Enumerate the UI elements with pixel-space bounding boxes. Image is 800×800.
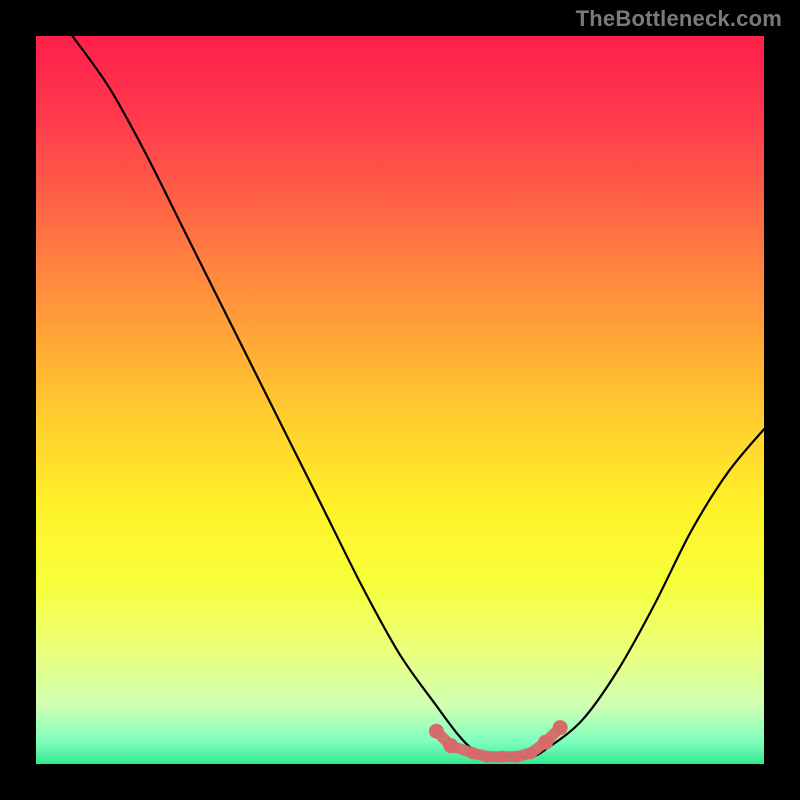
- curve-svg: [36, 36, 764, 764]
- highlight-dot: [525, 747, 537, 759]
- bottleneck-curve: [72, 36, 764, 757]
- highlight-dot: [538, 735, 553, 750]
- highlight-dot: [510, 751, 522, 763]
- watermark-text: TheBottleneck.com: [576, 6, 782, 32]
- plot-area: [36, 36, 764, 764]
- highlight-dot: [467, 747, 479, 759]
- chart-frame: TheBottleneck.com: [0, 0, 800, 800]
- highlight-dot: [496, 751, 508, 763]
- highlight-dot: [429, 724, 444, 739]
- highlight-markers: [429, 720, 568, 763]
- highlight-dot: [481, 751, 493, 763]
- highlight-dot: [553, 720, 568, 735]
- highlight-dot: [443, 738, 458, 753]
